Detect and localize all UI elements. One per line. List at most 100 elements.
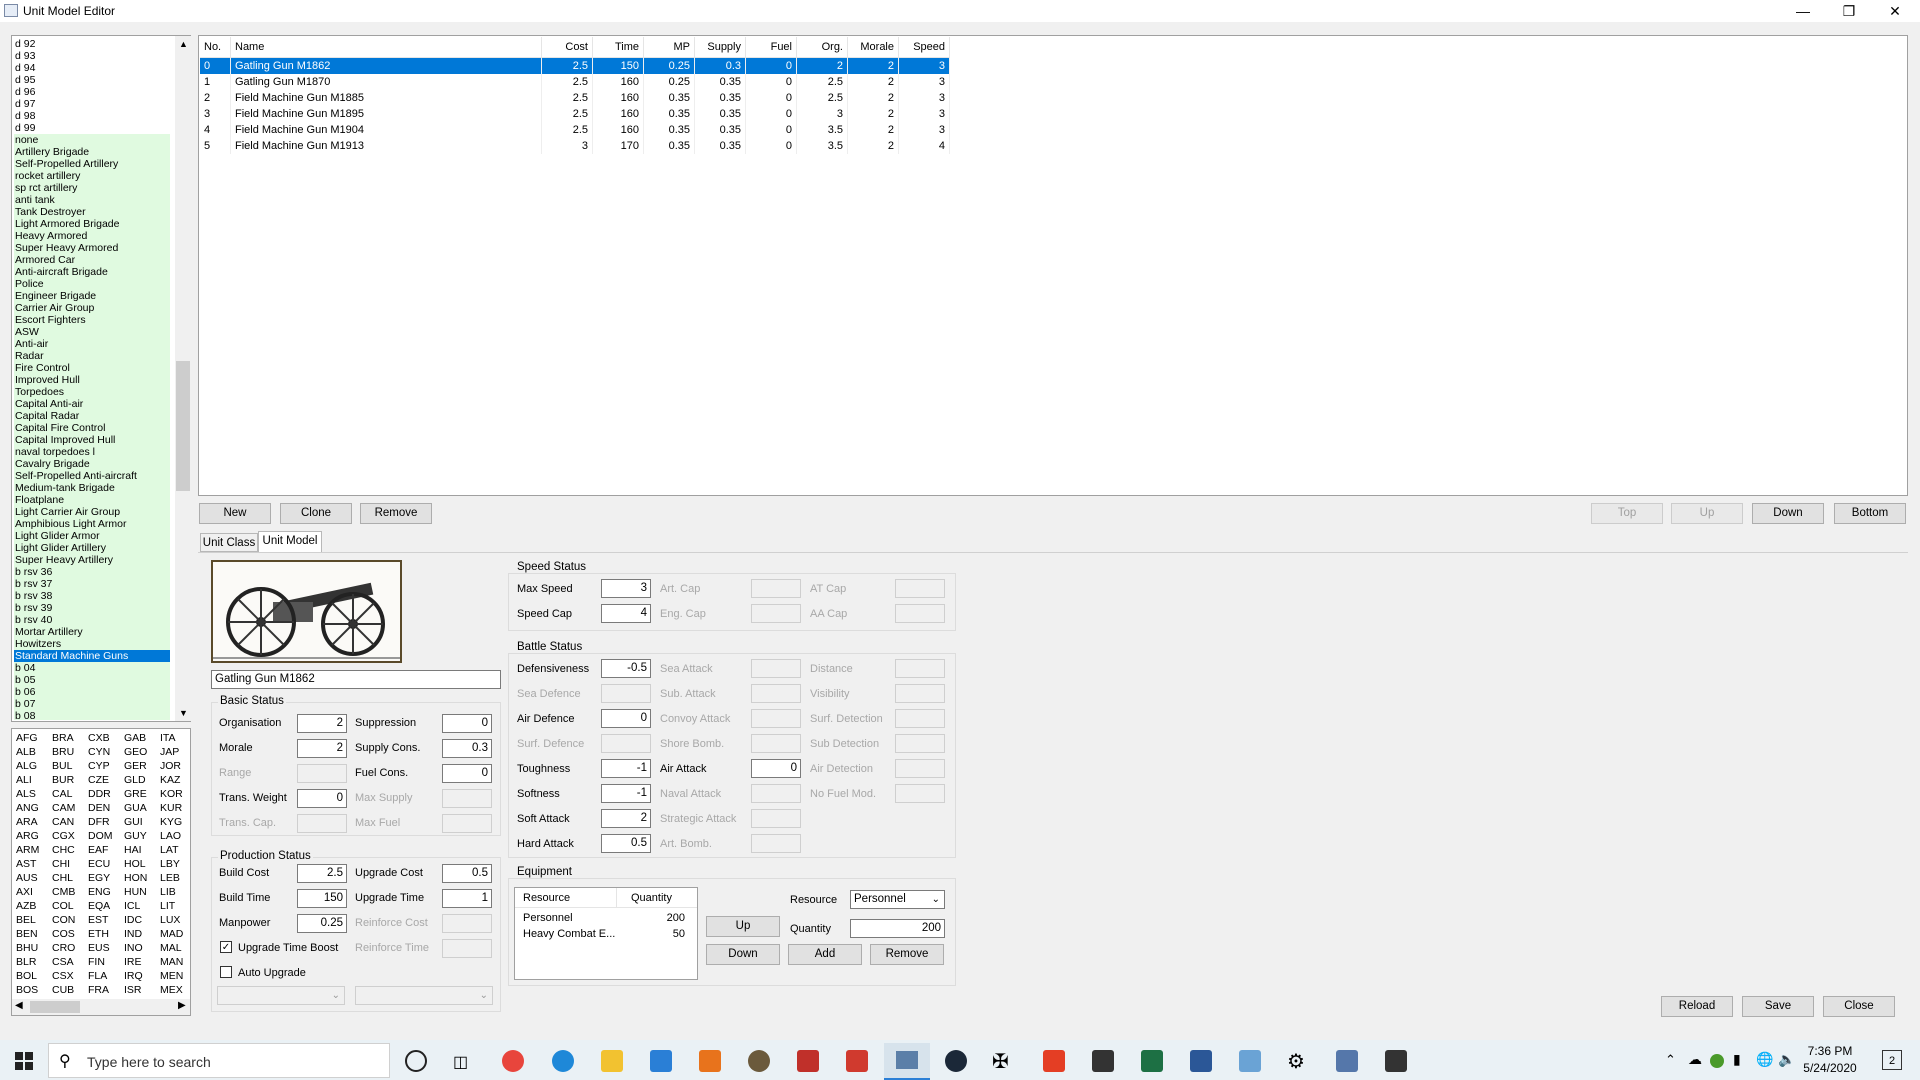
hard-attack-field[interactable]: 0.5 xyxy=(601,834,651,853)
country-item[interactable]: AST xyxy=(16,858,36,870)
new-button[interactable]: New xyxy=(199,503,271,524)
equipment-add-button[interactable]: Add xyxy=(788,944,862,965)
country-item[interactable]: GUI xyxy=(124,816,143,828)
country-item[interactable]: GER xyxy=(124,760,147,772)
country-item[interactable]: EST xyxy=(88,914,108,926)
speed-cap-field[interactable]: 4 xyxy=(601,604,651,623)
table-row[interactable]: 1 Gatling Gun M1870 2.5 160 0.25 0.35 0 2.5 2 3 xyxy=(200,74,950,90)
country-item[interactable]: CSA xyxy=(52,956,74,968)
country-item[interactable]: ALI xyxy=(16,774,32,786)
equipment-up-button[interactable]: Up xyxy=(706,916,780,937)
country-item[interactable]: BHU xyxy=(16,942,38,954)
upgrade-cost-field[interactable]: 0.5 xyxy=(442,864,492,883)
table-row[interactable]: 4 Field Machine Gun M1904 2.5 160 0.35 0.35 0 3… xyxy=(200,122,950,138)
class-list-item[interactable]: Light Carrier Air Group xyxy=(14,506,170,518)
edge-icon[interactable] xyxy=(552,1050,574,1072)
class-list-item[interactable]: Medium-tank Brigade xyxy=(14,482,170,494)
country-item[interactable]: EGY xyxy=(88,872,110,884)
excel-icon[interactable] xyxy=(1141,1050,1163,1072)
iron-cross-icon[interactable]: ✠ xyxy=(992,1049,1009,1074)
country-item[interactable]: DOM xyxy=(88,830,113,842)
suppression-field[interactable]: 0 xyxy=(442,714,492,733)
minimize-button[interactable]: — xyxy=(1780,0,1826,22)
class-list-item[interactable]: Self-Propelled Anti-aircraft xyxy=(14,470,170,482)
volume-icon[interactable]: 🔈 xyxy=(1778,1051,1795,1068)
country-item[interactable]: EUS xyxy=(88,942,110,954)
country-item[interactable]: HON xyxy=(124,872,147,884)
chevron-up-icon[interactable]: ⌃ xyxy=(1665,1052,1676,1068)
class-list-item[interactable]: d 96 xyxy=(14,86,170,98)
class-list-item[interactable]: d 93 xyxy=(14,50,170,62)
country-item[interactable]: MAL xyxy=(160,942,182,954)
toughness-field[interactable]: -1 xyxy=(601,759,651,778)
class-list-item[interactable]: Standard Machine Guns xyxy=(14,650,170,662)
restore-button[interactable]: ❐ xyxy=(1826,0,1872,22)
class-list-item[interactable]: anti tank xyxy=(14,194,170,206)
class-list-item[interactable]: Heavy Armored xyxy=(14,230,170,242)
country-item[interactable]: CYN xyxy=(88,746,110,758)
class-list-item[interactable]: Cavalry Brigade xyxy=(14,458,170,470)
country-item[interactable]: HOL xyxy=(124,858,146,870)
country-item[interactable]: ECU xyxy=(88,858,110,870)
steam-icon[interactable] xyxy=(945,1050,967,1072)
country-item[interactable]: GRE xyxy=(124,788,147,800)
country-list[interactable]: AFG BRA CXB GAB ITA ALB BRU CYN GEO JAP ALG BUL CYP G… xyxy=(11,728,191,1016)
country-item[interactable]: BEN xyxy=(16,928,38,940)
move-down-button[interactable]: Down xyxy=(1752,503,1824,524)
class-list-item[interactable]: Improved Hull xyxy=(14,374,170,386)
manpower-field[interactable]: 0.25 xyxy=(297,914,347,933)
class-list-item[interactable]: b 04 xyxy=(14,662,170,674)
country-item[interactable]: LAO xyxy=(160,830,181,842)
move-up-button[interactable]: Up xyxy=(1671,503,1743,524)
country-item[interactable]: ARG xyxy=(16,830,39,842)
country-item[interactable]: CMB xyxy=(52,886,75,898)
country-item[interactable]: BLR xyxy=(16,956,36,968)
country-item[interactable]: MEX xyxy=(160,984,183,996)
column-header[interactable]: Speed xyxy=(898,37,950,58)
class-list-item[interactable]: rocket artillery xyxy=(14,170,170,182)
scroll-left-icon[interactable]: ◀ xyxy=(15,1000,23,1011)
class-list-item[interactable]: ASW xyxy=(14,326,170,338)
taskbar-search-box[interactable]: ⚲ Type here to search xyxy=(48,1043,390,1078)
class-list-item[interactable]: naval torpedoes l xyxy=(14,446,170,458)
move-bottom-button[interactable]: Bottom xyxy=(1834,503,1906,524)
class-list-item[interactable]: none xyxy=(14,134,170,146)
class-list-item[interactable]: b rsv 36 xyxy=(14,566,170,578)
notifications-icon[interactable]: 2 xyxy=(1882,1050,1902,1070)
build-time-field[interactable]: 150 xyxy=(297,889,347,908)
class-list-item[interactable]: Capital Anti-air xyxy=(14,398,170,410)
country-item[interactable]: JOR xyxy=(160,760,181,772)
country-item[interactable]: CAN xyxy=(52,816,74,828)
settings-gear-icon[interactable]: ⚙ xyxy=(1287,1049,1305,1074)
class-list-item[interactable]: d 97 xyxy=(14,98,170,110)
country-item[interactable]: ISR xyxy=(124,984,142,996)
country-item[interactable]: BOS xyxy=(16,984,38,996)
country-item[interactable]: AXI xyxy=(16,886,33,898)
class-list-item[interactable]: Escort Fighters xyxy=(14,314,170,326)
app-icon-orange[interactable] xyxy=(699,1050,721,1072)
country-item[interactable]: GLD xyxy=(124,774,146,786)
table-row[interactable]: 3 Field Machine Gun M1895 2.5 160 0.35 0.35 0 3… xyxy=(200,106,950,122)
country-item[interactable]: CRO xyxy=(52,942,75,954)
country-item[interactable]: FLA xyxy=(88,970,107,982)
country-item[interactable]: AFG xyxy=(16,732,38,744)
build-cost-field[interactable]: 2.5 xyxy=(297,864,347,883)
class-list-item[interactable]: Radar xyxy=(14,350,170,362)
morale-field[interactable]: 2 xyxy=(297,739,347,758)
move-top-button[interactable]: Top xyxy=(1591,503,1663,524)
country-item[interactable]: EAF xyxy=(88,844,108,856)
fuel-cons-field[interactable]: 0 xyxy=(442,764,492,783)
country-item[interactable]: KAZ xyxy=(160,774,180,786)
class-list-item[interactable]: Light Armored Brigade xyxy=(14,218,170,230)
class-list-item[interactable]: Police xyxy=(14,278,170,290)
task-view-icon[interactable]: ◫ xyxy=(453,1052,468,1072)
country-item[interactable]: BUL xyxy=(52,760,72,772)
organisation-field[interactable]: 2 xyxy=(297,714,347,733)
country-item[interactable]: ITA xyxy=(160,732,176,744)
app-icon-red-symbol[interactable] xyxy=(797,1050,819,1072)
class-list-item[interactable]: Light Glider Armor xyxy=(14,530,170,542)
table-row[interactable]: 2 Field Machine Gun M1885 2.5 160 0.35 0.35 0 2… xyxy=(200,90,950,106)
tab-unit-model[interactable]: Unit Model xyxy=(258,531,322,553)
resource-dropdown[interactable]: Personnel ⌄ xyxy=(850,890,945,909)
mail-icon[interactable] xyxy=(650,1050,672,1072)
